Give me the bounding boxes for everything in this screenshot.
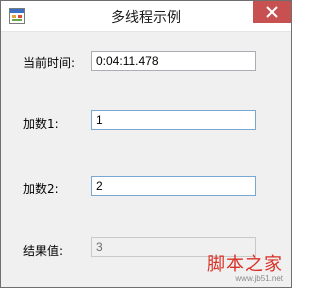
current-time-label: 当前时间:: [23, 56, 76, 70]
addend1-label: 加数1:: [23, 117, 59, 131]
current-time-field[interactable]: [91, 51, 256, 71]
close-icon: [266, 6, 278, 18]
addend2-label: 加数2:: [23, 182, 59, 196]
app-window: 多线程示例 当前时间: 加数1: 加数2: 结果值: 脚本之家 www.jb51…: [0, 0, 292, 288]
result-label: 结果值:: [23, 244, 64, 258]
addend2-field[interactable]: [91, 176, 256, 196]
close-button[interactable]: [253, 1, 291, 23]
window-title: 多线程示例: [111, 10, 181, 26]
title-bar: 多线程示例: [1, 1, 291, 32]
watermark: 脚本之家 www.jb51.net: [207, 250, 283, 283]
watermark-brand: 脚本之家: [207, 254, 283, 275]
addend1-field[interactable]: [91, 110, 256, 130]
